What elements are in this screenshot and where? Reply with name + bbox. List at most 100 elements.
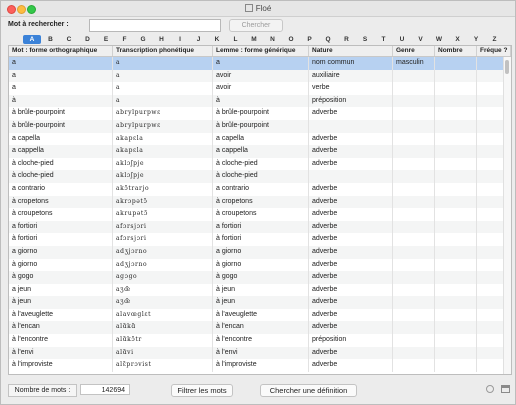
app-icon: [244, 4, 253, 12]
table-row[interactable]: à l'improviste alɛ̃prɔvist à l'improviste a…: [9, 359, 511, 372]
table-cell: [435, 233, 477, 246]
table-row[interactable]: a contrario akɔ̃trarjo a contrario adverbe: [9, 182, 511, 196]
table-row[interactable]: a a avoir verbe: [9, 82, 511, 95]
table-cell: [393, 69, 435, 83]
table-row[interactable]: à giorno adʒjɔrno à giorno adverbe: [9, 258, 511, 272]
letter-tab-r[interactable]: R: [338, 35, 356, 44]
table-cell: [435, 308, 477, 322]
table-cell: [393, 334, 435, 347]
table-row[interactable]: à cloche-pied aklɔʃpje à cloche-pied: [9, 170, 511, 183]
letter-tab-a[interactable]: A: [23, 35, 41, 44]
table-row[interactable]: à l'aveuglette alavœglɛt à l'aveuglette adv…: [9, 308, 511, 322]
letter-tab-j[interactable]: J: [190, 35, 208, 44]
letter-tab-o[interactable]: O: [282, 35, 300, 44]
letter-tab-w[interactable]: W: [430, 35, 448, 44]
table-cell: [393, 271, 435, 284]
table-cell: [435, 82, 477, 95]
table-row[interactable]: à l'encan alɑ̃kɑ̃ à l'encan adverbe: [9, 321, 511, 335]
table-row[interactable]: à brûle-pourpoint abrylpurpwɛ à brûle-pour…: [9, 119, 511, 133]
table-cell: préposition: [309, 334, 393, 347]
table-row[interactable]: à jeun aʒœ̃ à jeun adverbe: [9, 296, 511, 309]
table-cell: à gogo: [9, 271, 113, 284]
letter-tab-d[interactable]: D: [79, 35, 97, 44]
table-row[interactable]: à gogo agɔgo à gogo adverbe: [9, 271, 511, 284]
letter-tab-f[interactable]: F: [116, 35, 134, 44]
table-cell: auxiliaire: [309, 69, 393, 83]
column-header[interactable]: Mot : forme orthographique: [9, 46, 113, 56]
table-cell: à l'envi: [9, 346, 113, 360]
letter-tab-y[interactable]: Y: [467, 35, 485, 44]
table-row[interactable]: à brûle-pourpoint abrylpurpwɛ à brûle-pour…: [9, 107, 511, 120]
letter-tab-t[interactable]: T: [375, 35, 393, 44]
table-row[interactable]: à l'encontre alɑ̃kɔ̃tr à l'encontre préposi…: [9, 334, 511, 347]
column-header[interactable]: Transcription phonétique: [113, 46, 213, 56]
table-row[interactable]: a fortiori afɔrsjɔri a fortiori adverbe: [9, 220, 511, 234]
table-cell: avoir: [213, 82, 309, 95]
table-cell: [393, 208, 435, 221]
letter-tab-b[interactable]: B: [42, 35, 60, 44]
filter-words-button[interactable]: Filtrer les mots: [171, 384, 233, 397]
table-row[interactable]: a jeun aʒœ̃ à jeun adverbe: [9, 283, 511, 297]
column-header[interactable]: Fréque ?: [477, 46, 511, 56]
table-cell: verbe: [309, 82, 393, 95]
app-window: Floé Mot à rechercher : Chercher ABCDEFG…: [0, 0, 516, 405]
table-cell: aʒœ̃: [113, 283, 213, 297]
table-cell: a: [113, 94, 213, 108]
letter-tab-n[interactable]: N: [264, 35, 282, 44]
window-icon[interactable]: [501, 385, 510, 393]
letter-tab-g[interactable]: G: [134, 35, 152, 44]
table-cell: à l'encan: [9, 321, 113, 335]
word-table: Mot : forme orthographique Transcription …: [8, 45, 512, 375]
search-input[interactable]: [89, 19, 221, 32]
table-cell: à cloche-pied: [9, 157, 113, 171]
letter-tab-k[interactable]: K: [208, 35, 226, 44]
search-button[interactable]: Chercher: [229, 19, 283, 32]
table-row[interactable]: à a à préposition: [9, 94, 511, 108]
letter-tab-p[interactable]: P: [301, 35, 319, 44]
column-header[interactable]: Lemme : forme générique: [213, 46, 309, 56]
table-cell: a capella: [213, 132, 309, 146]
gear-icon[interactable]: [486, 385, 494, 393]
letter-tab-i[interactable]: I: [171, 35, 189, 44]
table-row[interactable]: a cappella akapɛla a cappella adverbe: [9, 145, 511, 158]
table-cell: [393, 308, 435, 322]
column-header[interactable]: Genre: [393, 46, 435, 56]
table-cell: [393, 195, 435, 209]
table-cell: [435, 334, 477, 347]
letter-tab-c[interactable]: C: [60, 35, 78, 44]
letter-tab-l[interactable]: L: [227, 35, 245, 44]
table-cell: [435, 170, 477, 183]
column-header[interactable]: Nature: [309, 46, 393, 56]
table-cell: à jeun: [213, 283, 309, 297]
table-row[interactable]: a a a nom commun masculin: [9, 57, 511, 70]
table-cell: adverbe: [309, 308, 393, 322]
letter-tab-s[interactable]: S: [356, 35, 374, 44]
letter-tab-v[interactable]: V: [412, 35, 430, 44]
table-row[interactable]: à cropetons akrɔpətɔ̃ à cropetons adverbe: [9, 195, 511, 209]
table-row[interactable]: a giorno adʒjɔrno a giorno adverbe: [9, 245, 511, 259]
table-row[interactable]: a a avoir auxiliaire: [9, 69, 511, 83]
table-row[interactable]: à fortiori afɔrsjɔri à fortiori adverbe: [9, 233, 511, 246]
letter-tab-q[interactable]: Q: [319, 35, 337, 44]
table-cell: afɔrsjɔri: [113, 233, 213, 246]
table-cell: [435, 132, 477, 146]
letter-tab-x[interactable]: X: [449, 35, 467, 44]
table-row[interactable]: à cloche-pied aklɔʃpje à cloche-pied adverb…: [9, 157, 511, 171]
letter-tab-h[interactable]: H: [153, 35, 171, 44]
letter-tab-z[interactable]: Z: [486, 35, 504, 44]
table-cell: [435, 157, 477, 171]
vertical-scrollbar[interactable]: [503, 57, 511, 374]
letter-tab-e[interactable]: E: [97, 35, 115, 44]
table-cell: à l'improviste: [9, 359, 113, 372]
letter-tab-m[interactable]: M: [245, 35, 263, 44]
table-row[interactable]: a capella akapɛla a capella adverbe: [9, 132, 511, 146]
table-row[interactable]: à l'envi alɑ̃vi à l'envi adverbe: [9, 346, 511, 360]
letter-tab-u[interactable]: U: [393, 35, 411, 44]
table-row[interactable]: à croupetons akrupətɔ̃ à croupetons adverbe: [9, 208, 511, 221]
table-cell: akrupətɔ̃: [113, 208, 213, 221]
scrollbar-thumb[interactable]: [505, 60, 509, 74]
table-body: a a a nom commun masculin a a avoir auxiliaire a a…: [9, 57, 511, 372]
find-definition-button[interactable]: Chercher une définition: [260, 384, 357, 397]
table-cell: [435, 321, 477, 335]
column-header[interactable]: Nombre: [435, 46, 477, 56]
